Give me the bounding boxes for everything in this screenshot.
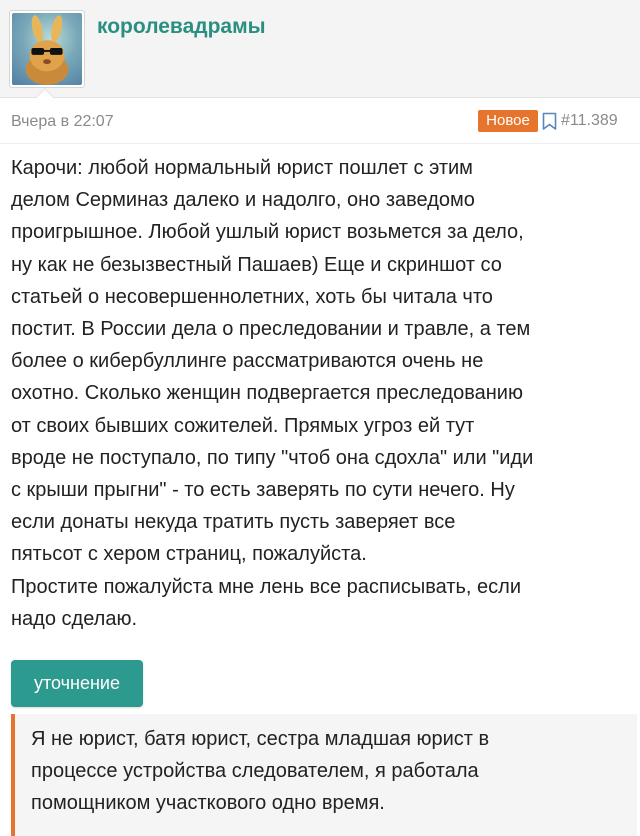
new-badge: Новое xyxy=(478,110,538,132)
spoiler-text: Я не юрист, батя юрист, сестра младшая ю… xyxy=(31,728,490,814)
post-body: Карочи: любой нормальный юрист пошлет с … xyxy=(11,157,534,630)
spoiler-content: Я не юрист, батя юрист, сестра младшая ю… xyxy=(11,714,637,836)
post-number-link[interactable]: #11.389 xyxy=(561,112,618,130)
avatar-picture-icon xyxy=(25,15,69,85)
author-name[interactable]: королевадрамы xyxy=(97,15,266,39)
post-timestamp[interactable]: Вчера в 22:07 xyxy=(11,113,114,131)
spoiler-button[interactable]: уточнение xyxy=(11,660,143,707)
avatar[interactable] xyxy=(9,10,85,88)
bookmark-icon[interactable] xyxy=(541,112,558,131)
post-header: королевадрамы xyxy=(0,0,640,108)
post-meta: Вчера в 22:07 Новое #11.389 xyxy=(0,98,640,146)
avatar-image xyxy=(12,13,82,85)
meta-divider xyxy=(0,143,640,144)
